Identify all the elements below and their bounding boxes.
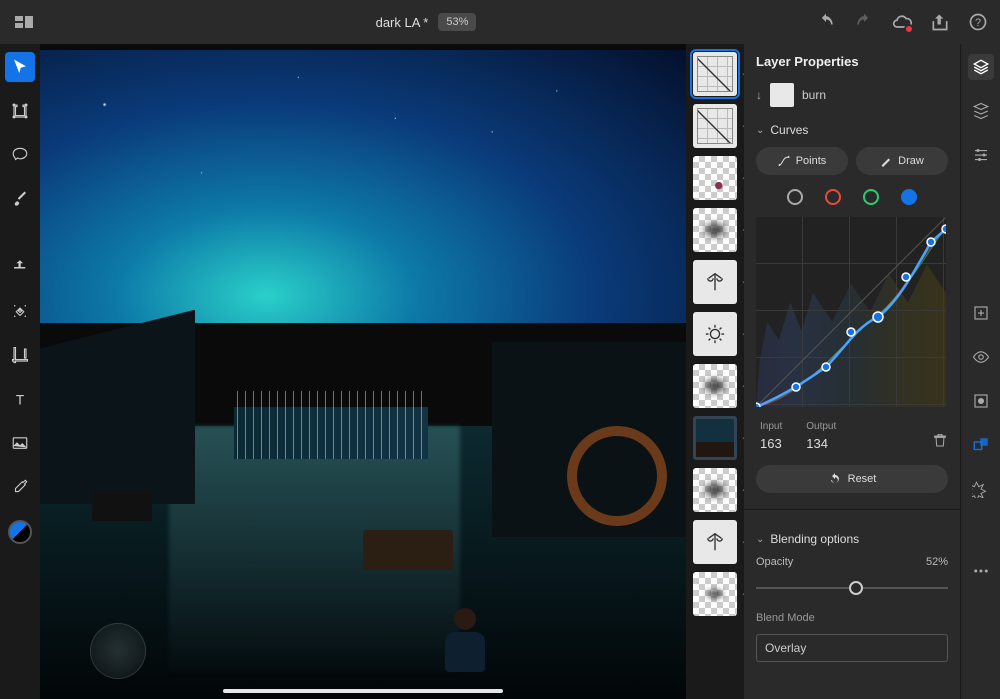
layer-thumb-curves-burn[interactable]: ◂ [693, 52, 737, 96]
redo-icon[interactable] [854, 12, 874, 32]
layer-thumb-kid[interactable]: ◂ [693, 156, 737, 200]
lasso-tool[interactable] [5, 140, 35, 170]
layer-thumb-smudge-3[interactable]: ◂ [693, 468, 737, 512]
curves-points-button[interactable]: Points [756, 147, 848, 175]
layer-thumb-photo[interactable]: ◂ [693, 416, 737, 460]
opacity-label: Opacity [756, 556, 793, 568]
layer-thumb-balance[interactable]: ◂ [693, 260, 737, 304]
move-tool[interactable] [5, 52, 35, 82]
add-layer-icon[interactable] [968, 300, 994, 326]
svg-text:T: T [16, 392, 24, 407]
channel-composite[interactable] [787, 189, 803, 205]
brush-tool[interactable] [5, 184, 35, 214]
foreground-background-color[interactable] [8, 520, 32, 544]
input-label: Input [760, 421, 782, 432]
healing-tool[interactable] [5, 296, 35, 326]
channel-selector [756, 185, 948, 207]
undo-icon[interactable] [816, 12, 836, 32]
clone-stamp-tool[interactable] [5, 252, 35, 282]
curves-section-header[interactable]: ⌄ Curves [756, 117, 948, 137]
layer-thumb-curves-2[interactable]: ◂ [693, 104, 737, 148]
transform-tool[interactable] [5, 96, 35, 126]
layer-name-text[interactable]: burn [802, 88, 826, 102]
opacity-value[interactable]: 52% [926, 556, 948, 568]
layer-thumb-smudge-4[interactable]: ◂ [693, 572, 737, 616]
svg-text:?: ? [975, 17, 981, 29]
layer-stack: ◂ ◂ ◂ ◂ ◂ ◂ ◂ ◂ ◂ ◂ ◂ [686, 44, 744, 699]
curves-draw-button[interactable]: Draw [856, 147, 948, 175]
input-value[interactable]: 163 [760, 436, 782, 451]
layers-panel-icon[interactable] [968, 54, 994, 80]
help-icon[interactable]: ? [968, 12, 988, 32]
eyedropper-tool[interactable] [5, 472, 35, 502]
chevron-down-icon: ⌄ [756, 534, 764, 545]
clip-icon[interactable] [968, 432, 994, 458]
output-label: Output [806, 421, 836, 432]
layer-thumb-balance-2[interactable]: ◂ [693, 520, 737, 564]
blend-mode-label: Blend Mode [756, 612, 948, 624]
left-toolbar: T [0, 44, 40, 699]
home-icon[interactable] [12, 10, 36, 34]
layer-mini-thumb[interactable] [770, 83, 794, 107]
cloud-sync-icon[interactable] [892, 12, 912, 32]
channel-green[interactable] [863, 189, 879, 205]
channel-blue[interactable] [901, 189, 917, 205]
place-image-tool[interactable] [5, 428, 35, 458]
fx-icon[interactable] [968, 476, 994, 502]
layer-thumb-exposure[interactable]: ◂ [693, 312, 737, 356]
blend-mode-select[interactable]: Overlay [756, 634, 948, 662]
opacity-slider[interactable] [756, 578, 948, 598]
crop-tool[interactable] [5, 340, 35, 370]
adjustments-icon[interactable] [968, 142, 994, 168]
blending-section-label: Blending options [770, 532, 859, 546]
visibility-icon[interactable] [968, 344, 994, 370]
canvas[interactable] [40, 44, 686, 699]
panel-title: Layer Properties [756, 54, 948, 69]
zoom-level-badge[interactable]: 53% [438, 13, 476, 31]
mask-icon[interactable] [968, 388, 994, 414]
blending-section-header[interactable]: ⌄ Blending options [756, 526, 948, 546]
chevron-down-icon: ⌄ [756, 125, 764, 136]
curves-graph[interactable] [756, 217, 946, 407]
channel-red[interactable] [825, 189, 841, 205]
document-title: dark LA * [376, 15, 429, 30]
canvas-image [40, 50, 686, 699]
layer-thumb-smudge-2[interactable]: ◂ [693, 364, 737, 408]
layer-stack-icon[interactable] [968, 98, 994, 124]
home-indicator [223, 689, 503, 693]
layer-reorder-icon[interactable]: ↓ [756, 88, 762, 102]
top-bar: dark LA * 53% ? [0, 0, 1000, 44]
reset-curves-button[interactable]: Reset [756, 465, 948, 493]
right-toolbar [960, 44, 1000, 699]
curves-section-label: Curves [770, 123, 808, 137]
properties-panel: Layer Properties ↓ burn ⌄ Curves Points … [744, 44, 960, 699]
delete-point-icon[interactable] [932, 432, 948, 451]
output-value[interactable]: 134 [806, 436, 836, 451]
layer-thumb-smudge-1[interactable]: ◂ [693, 208, 737, 252]
type-tool[interactable]: T [5, 384, 35, 414]
share-icon[interactable] [930, 12, 950, 32]
more-icon[interactable] [968, 558, 994, 584]
